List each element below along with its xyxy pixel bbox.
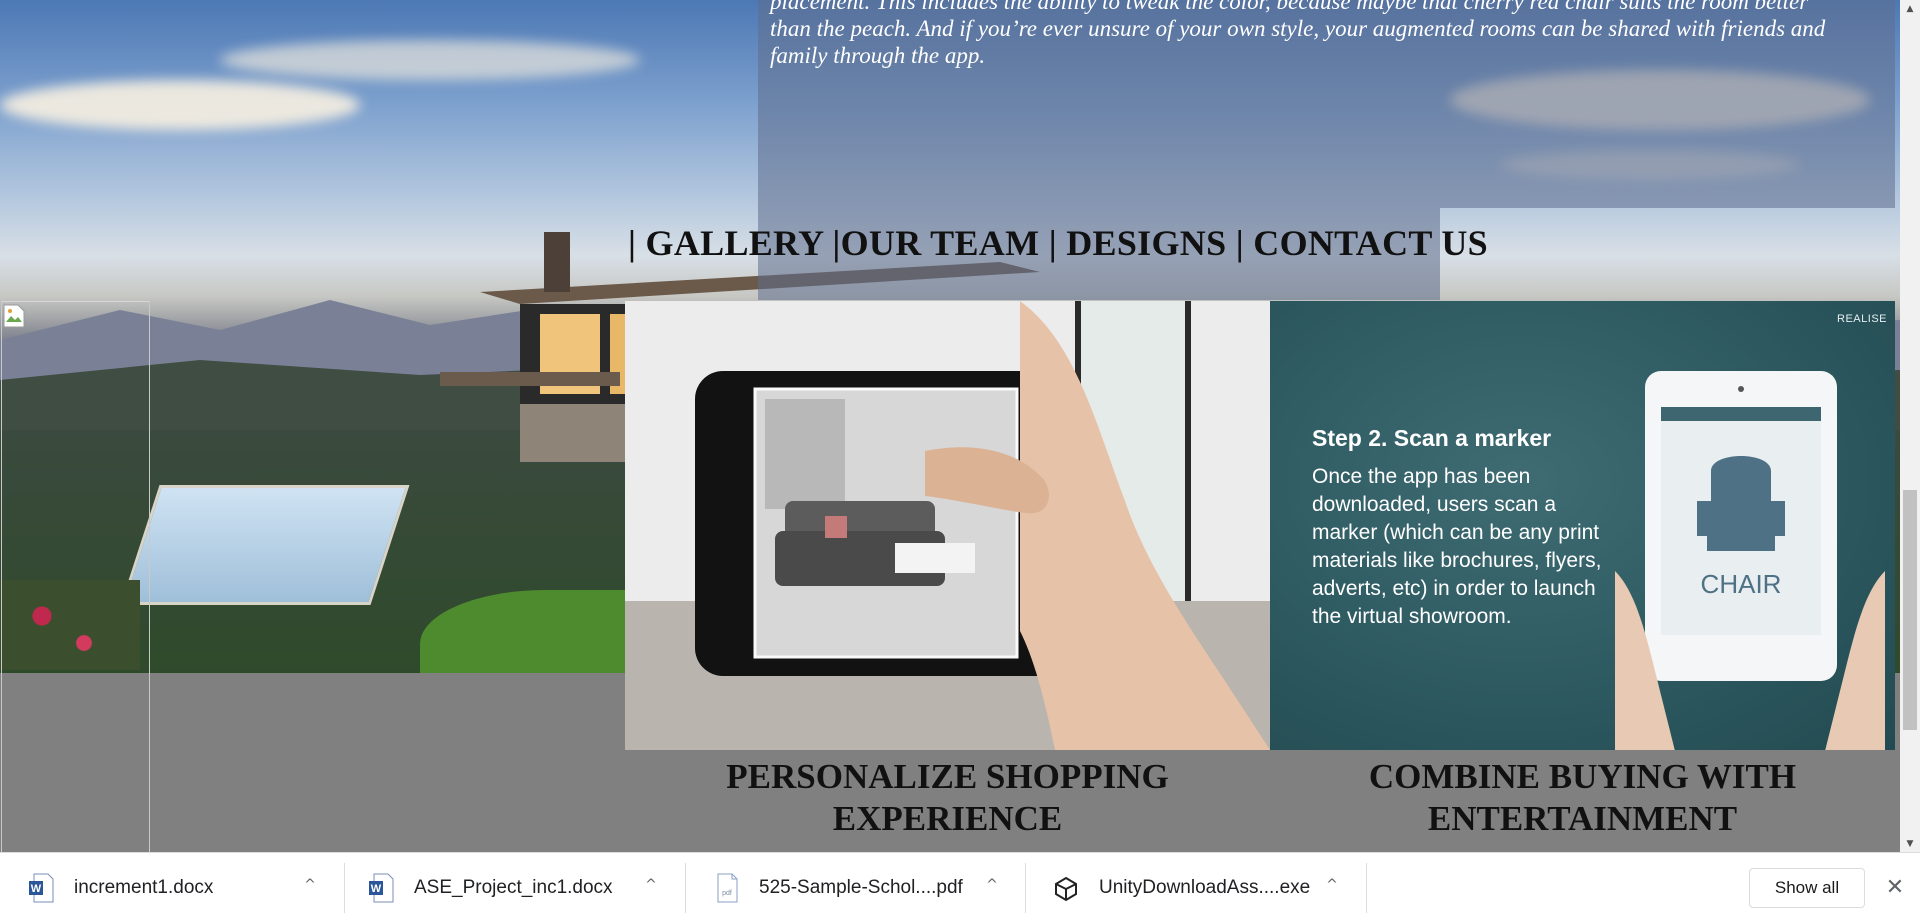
step-description: Once the app has been downloaded, users … [1312, 465, 1602, 628]
about-line: family through the app. [770, 43, 986, 68]
broken-image-icon [3, 304, 25, 328]
nav-link-contact-us[interactable]: CONTACT US [1253, 223, 1488, 263]
nav-link-our-team[interactable]: OUR TEAM [841, 223, 1040, 263]
nav-separator: | [1048, 223, 1057, 263]
lawn-graphic [420, 590, 630, 673]
broken-image-frame [1, 301, 150, 852]
nav-link-gallery[interactable]: GALLERY [646, 223, 824, 263]
scroll-down-arrow-icon[interactable]: ▼ [1900, 835, 1920, 852]
tablet-graphic: CHAIR [1615, 371, 1885, 750]
pdf-icon: pdf [717, 873, 738, 903]
download-item[interactable]: pdf 525-Sample-Schol....pdf [685, 853, 1025, 922]
chevron-up-icon[interactable]: ^ [1322, 877, 1342, 897]
svg-text:W: W [31, 883, 42, 895]
ar-phone-image [625, 301, 1270, 750]
download-item[interactable]: W increment1.docx [0, 853, 340, 922]
chevron-up-icon[interactable]: ^ [300, 877, 320, 897]
download-filename: ASE_Project_inc1.docx [414, 877, 613, 898]
svg-text:pdf: pdf [722, 890, 732, 897]
download-filename: UnityDownloadAss....exe [1099, 877, 1311, 898]
scan-marker-image: REALISE Step 2. Scan a marker Once the a… [1270, 301, 1895, 750]
divider [1366, 863, 1367, 913]
download-filename: 525-Sample-Schol....pdf [759, 877, 963, 898]
combine-caption: COMBINE BUYING WITH ENTERTAINMENT [1368, 757, 1797, 838]
nav-separator: | [832, 223, 841, 263]
step-title: Step 2. Scan a marker [1312, 425, 1552, 451]
nav-separator: | [1235, 223, 1244, 263]
chevron-up-icon[interactable]: ^ [641, 877, 661, 897]
about-line: placement. This includes the ability to … [770, 0, 1809, 14]
svg-text:W: W [371, 883, 382, 895]
personalize-caption: PERSONALIZE SHOPPING EXPERIENCE [726, 757, 1169, 838]
tablet-label: CHAIR [1701, 569, 1782, 599]
nav-link-designs[interactable]: DESIGNS [1066, 223, 1226, 263]
scroll-up-arrow-icon[interactable]: ▲ [1900, 0, 1920, 17]
show-all-button[interactable]: Show all [1749, 868, 1865, 908]
scrollbar-thumb[interactable] [1903, 490, 1917, 730]
word-doc-icon: W [29, 873, 54, 903]
ar-phone-graphic [625, 301, 1270, 750]
site-navigation: | GALLERY |OUR TEAM | DESIGNS | CONTACT … [628, 222, 1488, 264]
webpage-viewport: placement. This includes the ability to … [0, 0, 1900, 852]
nav-separator: | [628, 223, 637, 263]
unity-icon [1055, 876, 1077, 902]
download-item[interactable]: UnityDownloadAss....exe [1025, 853, 1365, 922]
about-line: than the peach. And if you’re ever unsur… [770, 16, 1826, 41]
chevron-up-icon[interactable]: ^ [982, 877, 1002, 897]
download-filename: increment1.docx [74, 877, 214, 898]
pool-graphic [120, 485, 410, 605]
close-icon[interactable]: ✕ [1882, 875, 1908, 901]
download-bar: W increment1.docx ^ W ASE_Project_inc1.d… [0, 852, 1920, 922]
realise-logo: REALISE [1837, 313, 1887, 325]
page-scrollbar[interactable]: ▲ ▼ [1900, 0, 1920, 852]
about-paragraph: placement. This includes the ability to … [770, 0, 1885, 69]
download-item[interactable]: W ASE_Project_inc1.docx [340, 853, 680, 922]
word-doc-icon: W [369, 873, 394, 903]
